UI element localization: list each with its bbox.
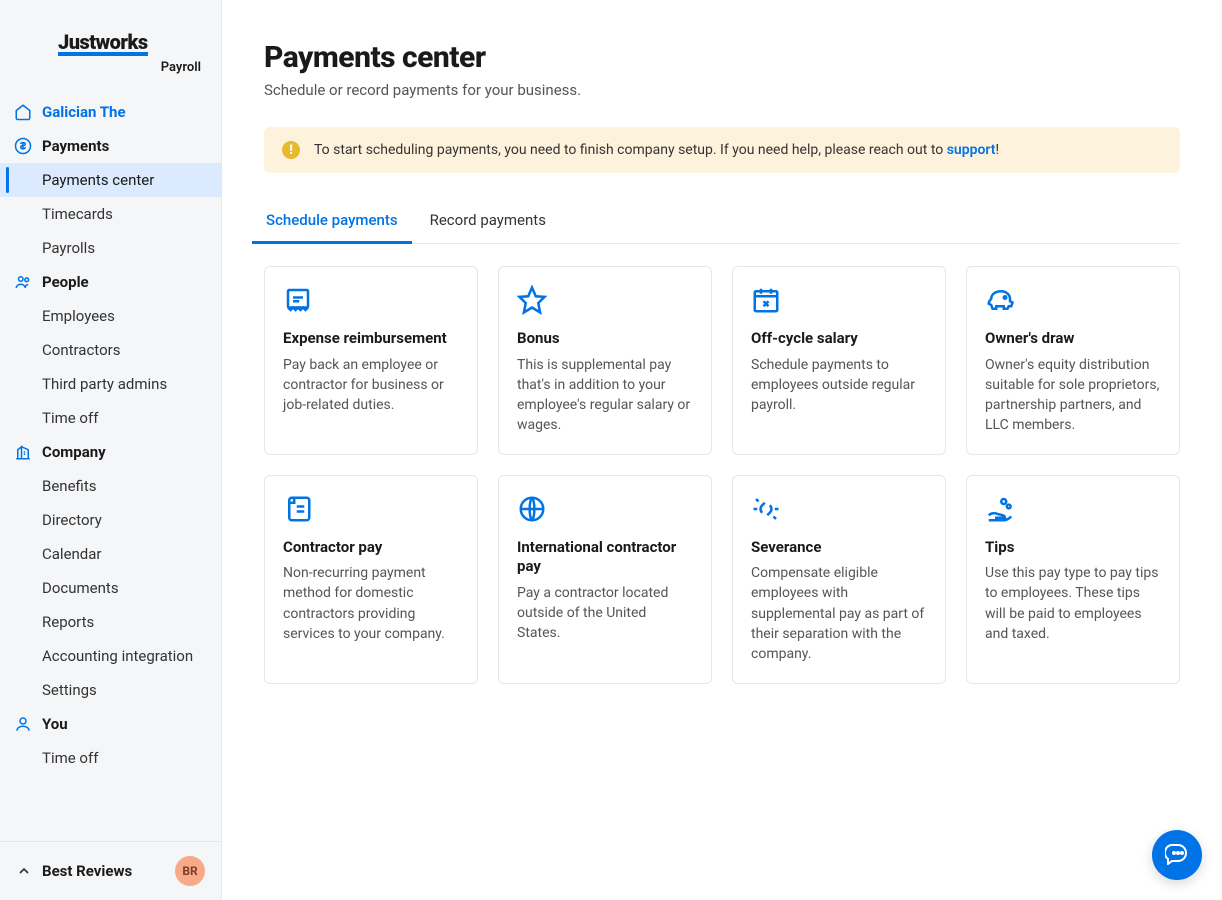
card-title: Contractor pay <box>283 538 459 558</box>
card-desc: Non-recurring payment method for domesti… <box>283 563 459 644</box>
page-subtitle: Schedule or record payments for your bus… <box>264 81 1180 99</box>
calendar-x-icon <box>751 285 927 315</box>
sidebar-footer[interactable]: Best Reviews BR <box>0 841 221 900</box>
card-desc: Use this pay type to pay tips to employe… <box>985 563 1161 644</box>
nav-section-you[interactable]: You <box>0 707 221 741</box>
card-desc: Compensate eligible employees with suppl… <box>751 563 927 664</box>
sidebar-item-calendar[interactable]: Calendar <box>0 537 221 571</box>
sidebar-item-settings[interactable]: Settings <box>0 673 221 707</box>
nav-section-people[interactable]: People <box>0 265 221 299</box>
chat-fab[interactable] <box>1152 830 1202 880</box>
sidebar-item-company-home[interactable]: Galician The <box>0 95 221 129</box>
chevron-up-icon <box>16 863 32 879</box>
sidebar: Justworks Payroll Galician The Payments … <box>0 0 222 900</box>
sidebar-item-payrolls[interactable]: Payrolls <box>0 231 221 265</box>
piggy-bank-icon <box>985 285 1161 315</box>
sidebar-item-reports[interactable]: Reports <box>0 605 221 639</box>
card-international-contractor-pay[interactable]: International contractor pay Pay a contr… <box>498 475 712 684</box>
broken-link-icon <box>751 494 927 524</box>
card-desc: Pay back an employee or contractor for b… <box>283 355 459 416</box>
sidebar-item-time-off-you[interactable]: Time off <box>0 741 221 775</box>
tab-schedule-payments[interactable]: Schedule payments <box>264 201 400 243</box>
card-title: Off-cycle salary <box>751 329 927 349</box>
sidebar-item-benefits[interactable]: Benefits <box>0 469 221 503</box>
sidebar-item-time-off-people[interactable]: Time off <box>0 401 221 435</box>
brand-sub: Payroll <box>58 60 201 75</box>
avatar: BR <box>175 856 205 886</box>
people-icon <box>14 273 32 291</box>
nav-section-company[interactable]: Company <box>0 435 221 469</box>
company-name: Galician The <box>42 103 126 121</box>
card-title: Tips <box>985 538 1161 558</box>
dollar-icon <box>14 137 32 155</box>
card-title: International contractor pay <box>517 538 693 577</box>
support-link[interactable]: support <box>947 142 996 158</box>
sidebar-item-documents[interactable]: Documents <box>0 571 221 605</box>
tabs: Schedule payments Record payments <box>264 201 1180 244</box>
card-owners-draw[interactable]: Owner's draw Owner's equity distribution… <box>966 266 1180 455</box>
footer-label: Best Reviews <box>42 862 165 880</box>
sidebar-item-payments-center[interactable]: Payments center <box>0 163 221 197</box>
chat-icon <box>1165 841 1189 869</box>
card-tips[interactable]: Tips Use this pay type to pay tips to em… <box>966 475 1180 684</box>
star-icon <box>517 285 693 315</box>
hand-coins-icon <box>985 494 1161 524</box>
card-bonus[interactable]: Bonus This is supplemental pay that's in… <box>498 266 712 455</box>
card-title: Severance <box>751 538 927 558</box>
alert-text: To start scheduling payments, you need t… <box>314 142 999 158</box>
sidebar-item-accounting-integration[interactable]: Accounting integration <box>0 639 221 673</box>
page-title: Payments center <box>264 40 1180 75</box>
payment-cards: Expense reimbursement Pay back an employ… <box>264 266 1180 684</box>
main-content: Payments center Schedule or record payme… <box>222 0 1222 900</box>
card-contractor-pay[interactable]: Contractor pay Non-recurring payment met… <box>264 475 478 684</box>
sidebar-item-employees[interactable]: Employees <box>0 299 221 333</box>
tab-record-payments[interactable]: Record payments <box>428 201 548 243</box>
warning-icon: ! <box>282 141 300 159</box>
card-severance[interactable]: Severance Compensate eligible employees … <box>732 475 946 684</box>
user-icon <box>14 715 32 733</box>
card-desc: Owner's equity distribution suitable for… <box>985 355 1161 436</box>
nav-section-payments[interactable]: Payments <box>0 129 221 163</box>
sidebar-item-directory[interactable]: Directory <box>0 503 221 537</box>
home-icon <box>14 103 32 121</box>
building-icon <box>14 443 32 461</box>
card-title: Expense reimbursement <box>283 329 459 349</box>
sidebar-item-third-party-admins[interactable]: Third party admins <box>0 367 221 401</box>
setup-alert: ! To start scheduling payments, you need… <box>264 127 1180 173</box>
card-desc: Schedule payments to employees outside r… <box>751 355 927 416</box>
card-off-cycle-salary[interactable]: Off-cycle salary Schedule payments to em… <box>732 266 946 455</box>
card-title: Bonus <box>517 329 693 349</box>
card-expense-reimbursement[interactable]: Expense reimbursement Pay back an employ… <box>264 266 478 455</box>
receipt-icon <box>283 285 459 315</box>
card-desc: This is supplemental pay that's in addit… <box>517 355 693 436</box>
sidebar-item-timecards[interactable]: Timecards <box>0 197 221 231</box>
logo-area: Justworks Payroll <box>0 0 221 95</box>
card-desc: Pay a contractor located outside of the … <box>517 583 693 644</box>
card-title: Owner's draw <box>985 329 1161 349</box>
nav: Galician The Payments Payments center Ti… <box>0 95 221 841</box>
sidebar-item-contractors[interactable]: Contractors <box>0 333 221 367</box>
globe-icon <box>517 494 693 524</box>
brand-logo: Justworks <box>58 30 148 54</box>
scroll-icon <box>283 494 459 524</box>
